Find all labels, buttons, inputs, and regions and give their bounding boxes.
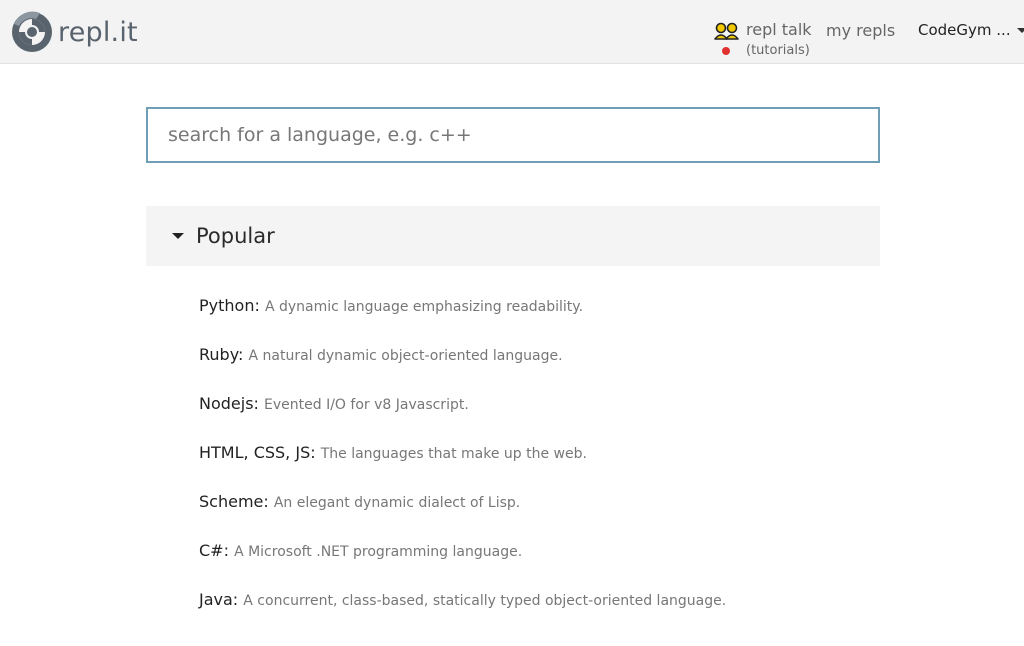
language-name: Java:: [199, 590, 239, 609]
people-icon: [714, 22, 739, 40]
language-search-input[interactable]: [146, 107, 880, 163]
caret-down-icon: [1016, 27, 1024, 33]
language-name: Ruby:: [199, 345, 244, 364]
repl-talk-tutorials-label: (tutorials): [746, 43, 810, 58]
replit-swirl-logo-icon: [12, 11, 52, 52]
replit-logo-link[interactable]: repl.it: [10, 9, 138, 55]
popular-section-title: Popular: [196, 224, 275, 248]
language-item-nodejs[interactable]: Nodejs: Evented I/O for v8 Javascript.: [199, 394, 879, 443]
language-description: A concurrent, class-based, statically ty…: [243, 593, 727, 609]
user-menu-dropdown[interactable]: CodeGym ...: [918, 21, 1024, 39]
language-name: C#:: [199, 541, 229, 560]
user-menu-label: CodeGym ...: [918, 21, 1011, 39]
popular-language-list: Python: A dynamic language emphasizing r…: [199, 296, 879, 639]
language-item-ruby[interactable]: Ruby: A natural dynamic object-oriented …: [199, 345, 879, 394]
language-item-csharp[interactable]: C#: A Microsoft .NET programming languag…: [199, 541, 879, 590]
my-repls-link[interactable]: my repls: [826, 21, 895, 40]
language-name: HTML, CSS, JS:: [199, 443, 316, 462]
repl-talk-label: repl talk: [746, 20, 812, 39]
notification-dot: [722, 47, 730, 55]
caret-down-icon: [172, 233, 184, 239]
language-item-python[interactable]: Python: A dynamic language emphasizing r…: [199, 296, 879, 345]
logo-text: repl.it: [58, 16, 138, 48]
language-item-scheme[interactable]: Scheme: An elegant dynamic dialect of Li…: [199, 492, 879, 541]
language-description: A Microsoft .NET programming language.: [234, 544, 523, 560]
language-search: [146, 107, 880, 163]
language-description: Evented I/O for v8 Javascript.: [264, 397, 469, 413]
language-name: Scheme:: [199, 492, 269, 511]
language-item-html-css-js[interactable]: HTML, CSS, JS: The languages that make u…: [199, 443, 879, 492]
repl-talk-link[interactable]: repl talk (tutorials): [714, 20, 814, 62]
top-navigation-bar: repl.it repl talk (tutorials) my repls C…: [0, 0, 1024, 64]
language-description: The languages that make up the web.: [320, 446, 587, 462]
popular-section-toggle[interactable]: Popular: [146, 206, 880, 266]
language-description: A natural dynamic object-oriented langua…: [248, 348, 563, 364]
language-description: An elegant dynamic dialect of Lisp.: [273, 495, 521, 511]
language-item-java[interactable]: Java: A concurrent, class-based, statica…: [199, 590, 879, 639]
language-name: Python:: [199, 296, 260, 315]
language-description: A dynamic language emphasizing readabili…: [264, 299, 584, 315]
language-name: Nodejs:: [199, 394, 259, 413]
